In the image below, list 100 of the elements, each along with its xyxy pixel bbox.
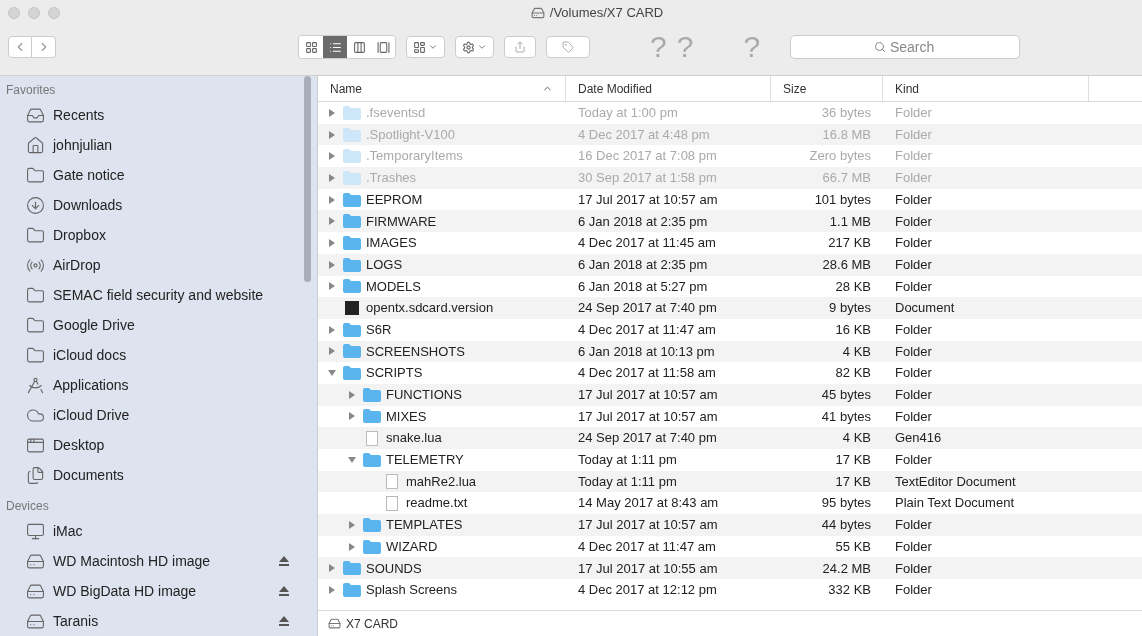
file-name: .Trashes [366,169,417,188]
disclosure-icon[interactable] [328,260,336,269]
file-row[interactable]: snake.lua 24 Sep 2017 at 7:40 pm 4 KB Gen416 [318,427,1142,449]
section-header: Favorites [6,82,57,99]
sidebar-item[interactable]: Taranis [6,606,317,636]
sidebar-item[interactable]: johnjulian [6,130,317,160]
folder-icon [26,165,45,185]
folder-icon [343,105,361,120]
sidebar-item[interactable]: iCloud Drive [6,400,317,430]
disclosure-icon[interactable] [328,152,336,161]
size-cell-text: 36 bytes [820,104,872,123]
sidebar-item[interactable]: Applications [6,370,317,400]
file-name: FUNCTIONS [386,386,462,405]
file-name: Splash Screens [366,581,458,600]
forward-button[interactable] [32,36,56,58]
column-header[interactable]: Size [771,76,883,101]
search-field[interactable]: Search [790,35,1021,59]
file-row[interactable]: LOGS 6 Jan 2018 at 2:35 pm 28.6 MB Folder [318,253,1142,276]
file-name: .Spotlight-V100 [366,125,455,144]
view-button[interactable] [347,36,371,58]
share-icon [514,41,526,53]
sidebar-item[interactable]: iMac [6,516,317,546]
file-name: WIZARD [386,537,438,556]
path-label[interactable]: X7 CARD [346,614,398,633]
download-icon [26,195,45,215]
disclosure-icon[interactable] [328,325,336,334]
drive-icon [530,5,545,20]
date-cell-text: 6 Jan 2018 at 10:13 pm [577,342,716,361]
file-name: mahRe2.lua [406,472,477,491]
file-name: MIXES [386,407,427,426]
view-button[interactable] [371,36,395,58]
kind-cell-text: Folder [894,190,933,209]
sidebar-item[interactable]: WD BigData HD image [6,576,317,606]
file-row[interactable]: TEMPLATES 17 Jul 2017 at 10:57 am 44 bytes Folder [318,514,1142,536]
sidebar-item[interactable]: WD Macintosh HD image [6,546,317,576]
folder-icon [26,285,45,305]
file-name: TELEMETRY [386,451,464,470]
action-button[interactable] [455,36,494,58]
sidebar-item[interactable]: Documents [6,460,317,490]
disclosure-icon[interactable] [328,282,336,291]
disclosure-icon[interactable] [328,564,336,573]
column-header[interactable]: Date Modified [566,76,771,101]
size-cell-text: 82 KB [834,364,872,383]
size-cell-text: 66.7 MB [821,169,872,188]
date-cell-text: Today at 1:11 pm [577,472,678,491]
size-cell-text: 217 KB [827,234,872,253]
disclosure-icon[interactable] [328,347,336,356]
file-row[interactable]: SCREENSHOTS 6 Jan 2018 at 10:13 pm 4 KB Folder [318,340,1142,363]
file-row[interactable]: SOUNDS 17 Jul 2017 at 10:55 am 24.2 MB Folder [318,557,1142,580]
folder-icon [343,192,361,207]
disclosure-icon[interactable] [328,369,336,378]
disclosure-icon[interactable] [328,217,336,226]
sidebar-item[interactable]: AirDrop [6,250,317,280]
disclosure-icon[interactable] [348,542,356,551]
size-cell-text: 4 KB [841,342,872,361]
view-button[interactable] [323,36,347,58]
date-cell-text: 4 Dec 2017 at 11:45 am [577,234,717,253]
kind-cell-text: Folder [894,559,933,578]
disclosure-icon[interactable] [328,585,336,594]
file-row[interactable]: mahRe2.lua Today at 1:11 pm 17 KB TextEditor Document [318,470,1142,493]
sidebar-item[interactable]: Recents [6,100,317,130]
disclosure-icon[interactable] [328,238,336,247]
file-row[interactable]: opentx.sdcard.version 24 Sep 2017 at 7:40 pm 9 bytes Document [318,297,1142,319]
sidebar-item[interactable]: Desktop [6,430,317,460]
eject-icon[interactable] [279,556,289,566]
disclosure-icon[interactable] [328,130,336,139]
view-button[interactable] [299,36,323,58]
column-header[interactable]: Name [318,76,566,101]
disclosure-icon[interactable] [328,195,336,204]
sidebar-item[interactable]: iCloud docs [6,340,317,370]
sidebar-item[interactable]: Gate notice [6,160,317,190]
date-cell-text: 24 Sep 2017 at 7:40 pm [577,299,718,318]
sidebar-item[interactable]: Google Drive [6,310,317,340]
file-name: LOGS [366,255,403,274]
size-cell-text: 45 bytes [820,386,872,405]
disclosure-icon[interactable] [348,455,356,464]
size-cell-text: 9 bytes [828,299,872,318]
back-button[interactable] [8,36,32,58]
file-name: SOUNDS [366,559,422,578]
file-name: SCREENSHOTS [366,342,465,361]
disclosure-icon[interactable] [348,412,356,421]
file-row[interactable]: FIRMWARE 6 Jan 2018 at 2:35 pm 1.1 MB Folder [318,210,1142,233]
gallery-icon [376,40,390,54]
disclosure-icon[interactable] [348,520,356,529]
disclosure-icon[interactable] [348,390,356,399]
column-header[interactable]: Kind [883,76,1089,101]
disclosure-icon[interactable] [328,108,336,117]
compass-icon [26,375,45,395]
folder-icon [343,149,361,164]
eject-icon[interactable] [279,586,289,596]
arrange-button[interactable] [406,36,445,58]
sidebar-item[interactable]: Downloads [6,190,317,220]
date-cell-text: 6 Jan 2018 at 5:27 pm [577,277,709,296]
disclosure-icon[interactable] [328,173,336,182]
date-cell-text: 17 Jul 2017 at 10:57 am [577,190,719,209]
sidebar-item[interactable]: Dropbox [6,220,317,250]
section-header: Devices [6,498,50,515]
file-row[interactable]: FUNCTIONS 17 Jul 2017 at 10:57 am 45 bytes Folder [318,383,1142,406]
eject-icon[interactable] [279,616,289,626]
sidebar-item[interactable]: SEMAC field security and website [6,280,317,310]
